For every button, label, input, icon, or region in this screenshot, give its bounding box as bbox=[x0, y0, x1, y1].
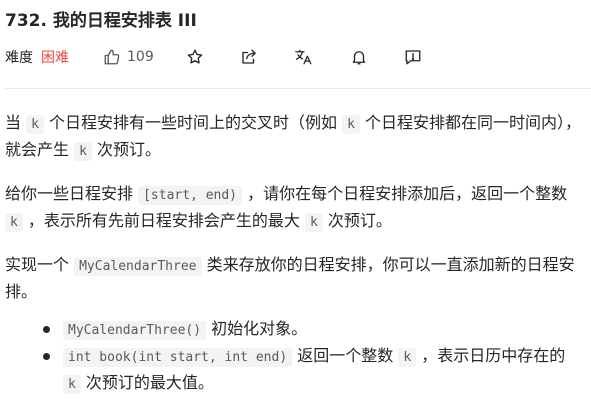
inline-code: k bbox=[63, 375, 81, 394]
star-icon bbox=[186, 48, 204, 66]
like-count: 109 bbox=[127, 49, 154, 65]
favorite-button[interactable] bbox=[186, 48, 204, 66]
description-paragraph: 当 k 个日程安排有一些时间上的交叉时（例如 k 个日程安排都在同一时间内），就… bbox=[5, 110, 587, 164]
feedback-icon bbox=[404, 48, 422, 66]
difficulty-badge: 困难 bbox=[41, 50, 69, 66]
text: 实现一个 bbox=[5, 255, 75, 274]
header-divider bbox=[5, 88, 591, 89]
inline-code: MyCalendarThree() bbox=[63, 321, 207, 340]
text: ，表示日历中存在的 bbox=[416, 346, 566, 365]
subscribe-button[interactable] bbox=[350, 48, 368, 66]
inline-code: MyCalendarThree bbox=[74, 257, 202, 276]
problem-title-text: 我的日程安排表 III bbox=[52, 11, 197, 31]
text: 给你一些日程安排 bbox=[5, 184, 139, 203]
text: ，表示所有先前日程安排会产生的最大 bbox=[22, 211, 306, 230]
problem-title: 732. 我的日程安排表 III bbox=[5, 6, 197, 31]
share-button[interactable] bbox=[240, 48, 258, 66]
inline-code: k bbox=[26, 115, 44, 134]
inline-code: k bbox=[398, 348, 417, 367]
method-list: MyCalendarThree() 初始化对象。 int book(int st… bbox=[5, 316, 587, 397]
difficulty-label: 难度 bbox=[5, 50, 33, 66]
problem-meta-bar: 难度 困难 109 bbox=[5, 46, 422, 68]
feedback-button[interactable] bbox=[404, 48, 422, 66]
inline-code: k bbox=[5, 213, 23, 232]
translate-button[interactable] bbox=[294, 48, 314, 66]
inline-code: k bbox=[74, 142, 92, 161]
bell-icon bbox=[350, 48, 368, 66]
problem-number: 732. bbox=[5, 11, 47, 31]
share-icon bbox=[240, 48, 258, 66]
thumbs-up-icon bbox=[103, 48, 121, 66]
inline-code: int book(int start, int end) bbox=[63, 348, 293, 367]
list-item: int book(int start, int end) 返回一个整数 k ，表… bbox=[43, 343, 587, 397]
text: 个日程安排有一些时间上的交叉时（例如 bbox=[43, 113, 343, 132]
description-paragraph: 实现一个 MyCalendarThree 类来存放你的日程安排，你可以一直添加新… bbox=[5, 252, 587, 304]
text: 当 bbox=[5, 113, 27, 132]
inline-code: k bbox=[305, 213, 323, 232]
text: 初始化对象。 bbox=[206, 319, 308, 338]
text: 次预订。 bbox=[91, 140, 162, 159]
inline-code: k bbox=[342, 115, 360, 134]
translate-icon bbox=[294, 48, 314, 66]
list-item: MyCalendarThree() 初始化对象。 bbox=[43, 316, 587, 343]
text: ，请你在每个日程安排添加后，返回一个整数 bbox=[242, 184, 568, 203]
problem-description: 当 k 个日程安排有一些时间上的交叉时（例如 k 个日程安排都在同一时间内），就… bbox=[5, 110, 587, 397]
inline-code: [start, end) bbox=[138, 186, 243, 205]
text: 返回一个整数 bbox=[292, 346, 399, 365]
text: 次预订的最大值。 bbox=[80, 373, 214, 392]
text: 次预订。 bbox=[322, 211, 392, 230]
description-paragraph: 给你一些日程安排 [start, end) ，请你在每个日程安排添加后，返回一个… bbox=[5, 181, 587, 235]
like-button[interactable]: 109 bbox=[103, 48, 154, 66]
